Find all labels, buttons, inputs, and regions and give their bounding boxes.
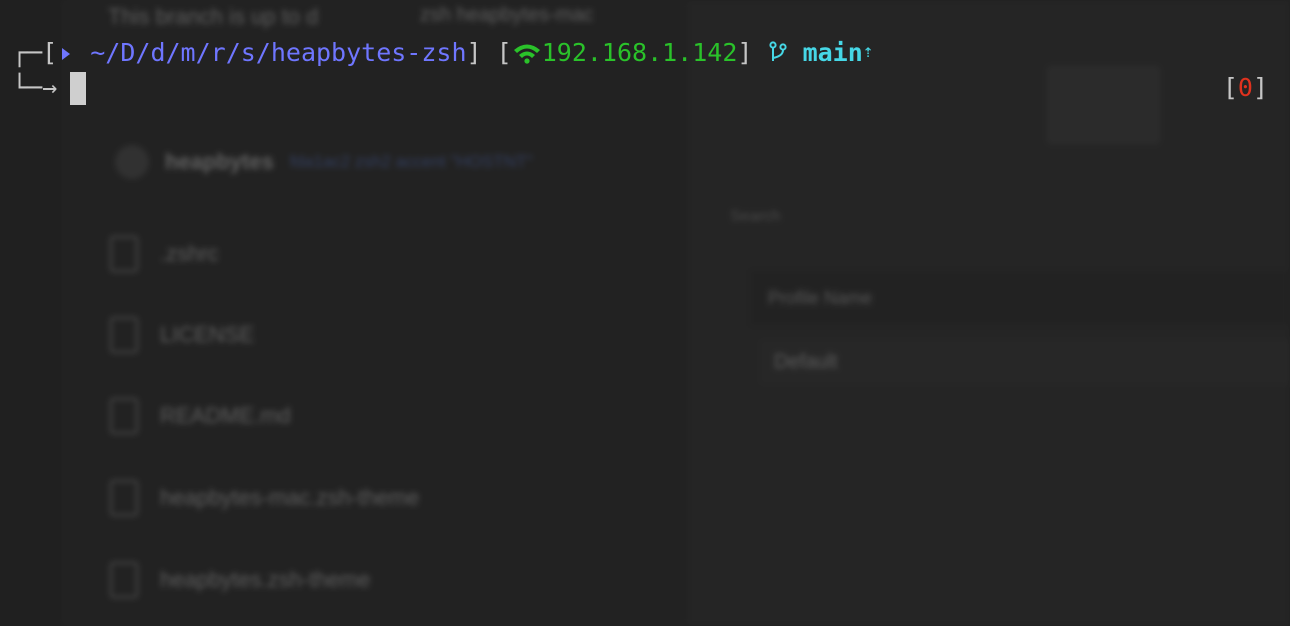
bracket-close: ] <box>466 38 482 67</box>
bracket-close: ] <box>1252 73 1268 102</box>
bracket-open: [ <box>496 38 512 67</box>
current-path: ~/D/d/m/r/s/heapbytes-zsh <box>90 38 467 67</box>
prompt-line-1: ┌─[ ~/D/d/m/r/s/heapbytes-zsh] [192.168.… <box>12 34 874 71</box>
exit-status-code: 0 <box>1237 73 1253 102</box>
ip-address: 192.168.1.142 <box>541 38 738 67</box>
exit-status: [0] <box>1223 70 1268 106</box>
text-cursor <box>70 72 86 105</box>
git-branch-icon <box>768 38 788 67</box>
prompt-corner-top: ┌─ <box>12 38 43 67</box>
bracket-open: [ <box>1222 73 1238 102</box>
branch-ahead-marker: ⇡ <box>862 41 874 62</box>
bracket-open: [ <box>42 38 58 67</box>
bracket-close: ] <box>737 38 753 67</box>
git-branch-name: main <box>802 38 863 67</box>
play-arrow-icon <box>57 38 75 67</box>
terminal[interactable]: ┌─[ ~/D/d/m/r/s/heapbytes-zsh] [192.168.… <box>0 0 1290 626</box>
prompt-line-2: └─→ <box>12 70 57 106</box>
prompt-corner-bottom: └─→ <box>12 73 58 102</box>
wifi-icon <box>512 38 542 67</box>
